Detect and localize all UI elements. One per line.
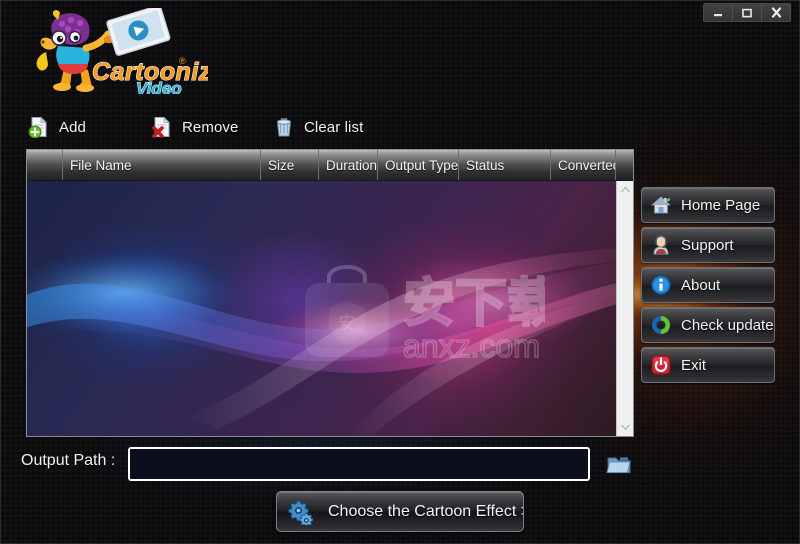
output-path-input[interactable] bbox=[128, 447, 590, 481]
gears-icon bbox=[288, 500, 314, 525]
maximize-icon bbox=[742, 8, 752, 17]
check-update-button-label: Check update bbox=[681, 316, 774, 334]
list-vertical-scrollbar[interactable] bbox=[616, 181, 633, 436]
remove-button[interactable]: Remove bbox=[147, 112, 242, 142]
cartoonize-video-window: Cartoonize ® Video Add R bbox=[0, 0, 800, 544]
exit-button[interactable]: Exit bbox=[641, 347, 775, 383]
about-button-label: About bbox=[681, 276, 721, 294]
add-button-label: Add bbox=[59, 118, 86, 136]
power-icon bbox=[651, 355, 671, 375]
column-header-converted[interactable]: Converted bbox=[551, 150, 616, 180]
video-card-icon bbox=[106, 5, 171, 56]
scroll-up-button[interactable] bbox=[617, 181, 633, 198]
light-ribbons bbox=[27, 247, 633, 436]
scroll-down-button[interactable] bbox=[617, 419, 633, 436]
about-button[interactable]: About bbox=[641, 267, 775, 303]
close-button[interactable] bbox=[762, 4, 790, 21]
svg-text:®: ® bbox=[179, 56, 186, 66]
support-button-label: Support bbox=[681, 236, 734, 254]
folder-icon bbox=[606, 457, 631, 474]
column-header-duration[interactable]: Duration bbox=[319, 150, 378, 180]
home-page-button-label: Home Page bbox=[681, 196, 761, 214]
list-empty-wallpaper: 安 安下载 anxz.com bbox=[27, 181, 633, 436]
support-button[interactable]: Support bbox=[641, 227, 775, 263]
app-logo: Cartoonize ® Video bbox=[28, 5, 226, 99]
refresh-icon bbox=[652, 316, 670, 334]
clear-list-button-label: Clear list bbox=[304, 118, 364, 136]
check-update-button[interactable]: Check update bbox=[641, 307, 775, 343]
choose-cartoon-effect-button[interactable]: Choose the Cartoon Effect >>> bbox=[276, 491, 524, 532]
browse-folder-button[interactable] bbox=[606, 452, 632, 476]
remove-button-label: Remove bbox=[182, 118, 239, 136]
maximize-button[interactable] bbox=[733, 4, 762, 21]
cartoonize-video-logo: Cartoonize ® Video bbox=[36, 5, 226, 99]
column-header-select[interactable] bbox=[27, 150, 63, 180]
info-icon bbox=[651, 275, 671, 295]
output-path-label: Output Path : bbox=[21, 452, 116, 469]
chevron-down-icon bbox=[620, 424, 630, 431]
minimize-button[interactable] bbox=[704, 4, 733, 21]
logo-wordmark: Cartoonize ® Video bbox=[91, 56, 226, 99]
column-header-size[interactable]: Size bbox=[261, 150, 319, 180]
exit-button-label: Exit bbox=[681, 356, 707, 374]
choose-cartoon-effect-label: Choose the Cartoon Effect >>> bbox=[328, 502, 523, 520]
home-page-button[interactable]: Home Page bbox=[641, 187, 775, 223]
column-header-output-type[interactable]: Output Type bbox=[378, 150, 459, 180]
column-header-file-name[interactable]: File Name bbox=[63, 150, 261, 180]
toolbar: Add Remove Clear list bbox=[0, 108, 640, 146]
clear-list-button[interactable]: Clear list bbox=[269, 112, 367, 142]
add-button[interactable]: Add bbox=[24, 112, 90, 142]
house-icon bbox=[650, 196, 672, 214]
window-controls bbox=[703, 3, 791, 22]
person-headset-icon bbox=[653, 235, 669, 255]
close-icon bbox=[771, 7, 781, 18]
add-file-icon bbox=[28, 116, 47, 138]
file-list-header: File Name Size Duration Output Type Stat… bbox=[27, 150, 633, 180]
minimize-icon bbox=[714, 13, 722, 16]
trash-icon bbox=[276, 118, 292, 137]
svg-text:Video: Video bbox=[136, 79, 182, 94]
file-list-panel[interactable]: 安 安下载 anxz.com File Name Size Duration O… bbox=[26, 149, 634, 437]
remove-file-icon bbox=[152, 116, 170, 138]
chevron-up-icon bbox=[620, 186, 630, 193]
side-button-panel: Home Page Support About Check update Exi… bbox=[641, 187, 775, 387]
column-header-status[interactable]: Status bbox=[459, 150, 551, 180]
